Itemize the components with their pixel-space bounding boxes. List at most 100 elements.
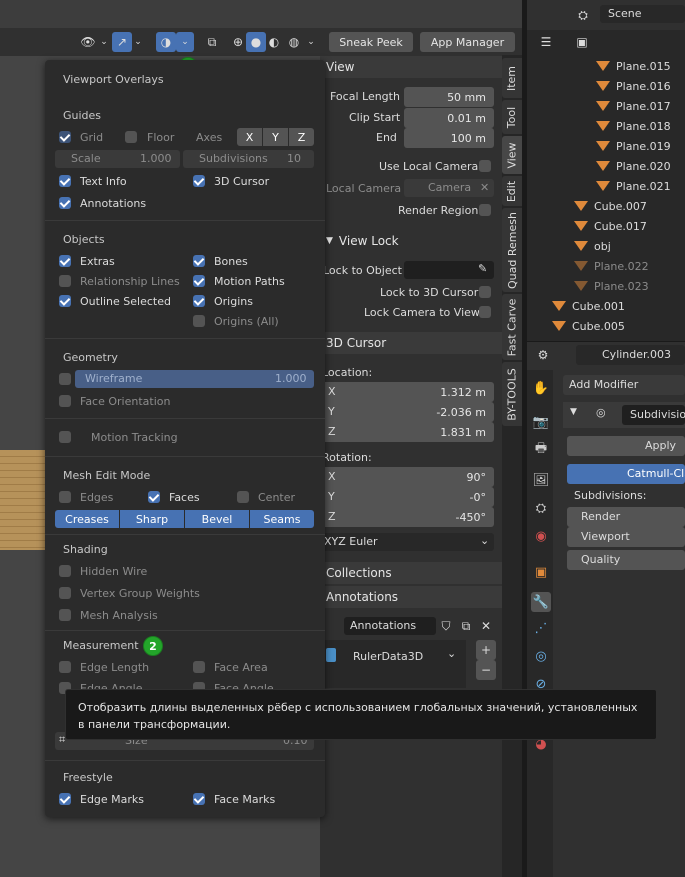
scene-select[interactable]: Scene	[600, 5, 685, 23]
sneak-peek-button[interactable]: Sneak Peek	[329, 32, 413, 52]
quality-field[interactable]: Quality	[567, 550, 685, 570]
tab-view[interactable]: View	[502, 136, 522, 174]
bevel-toggle[interactable]: Bevel	[185, 510, 249, 528]
cursor-y-field[interactable]: Y -2.036 m	[320, 402, 494, 422]
rot-y-field[interactable]: Y -0°	[320, 487, 494, 507]
visibility-icon[interactable]: 👁	[78, 32, 98, 52]
view-section-header[interactable]: View	[320, 56, 502, 78]
annotations-checkbox[interactable]	[59, 197, 71, 209]
collections-section-header[interactable]: Collections	[320, 562, 502, 584]
lock-camera-to-view-checkbox[interactable]	[479, 306, 491, 318]
focal-length-field[interactable]: 50 mm	[404, 87, 494, 107]
face-area-checkbox[interactable]	[193, 661, 205, 673]
outliner-row[interactable]: Plane.017	[527, 96, 685, 116]
extras-checkbox[interactable]	[59, 255, 71, 267]
render-levels-field[interactable]: Render	[567, 507, 685, 527]
outliner-row[interactable]: Plane.023	[527, 276, 685, 296]
add-modifier-button[interactable]: Add Modifier	[563, 375, 685, 395]
xray-icon[interactable]: ⧉	[202, 32, 222, 52]
outliner-row[interactable]: obj	[527, 236, 685, 256]
clip-end-field[interactable]: 100 m	[404, 128, 494, 148]
bones-checkbox[interactable]	[193, 255, 205, 267]
sharp-toggle[interactable]: Sharp	[120, 510, 184, 528]
hidden-wire-checkbox[interactable]	[59, 565, 71, 577]
outliner-row[interactable]: Plane.021	[527, 176, 685, 196]
vertex-group-weights-checkbox[interactable]	[59, 587, 71, 599]
edge-marks-checkbox[interactable]	[59, 793, 71, 805]
viewport-levels-field[interactable]: Viewport	[567, 527, 685, 547]
3d-cursor-checkbox[interactable]	[193, 175, 205, 187]
outliner-row[interactable]: Plane.020	[527, 156, 685, 176]
scene-icon[interactable]: ⛭	[531, 498, 551, 518]
filter-icon[interactable]: ▣	[572, 32, 592, 52]
origins-all-checkbox[interactable]	[193, 315, 205, 327]
tool-icon[interactable]: ✋	[531, 378, 551, 398]
outliner-row[interactable]: Plane.018	[527, 116, 685, 136]
creases-toggle[interactable]: Creases	[55, 510, 119, 528]
modifier-name-field[interactable]: Subdivision	[622, 405, 685, 425]
scale-field[interactable]: Scale 1.000	[55, 150, 180, 168]
tab-quad-remesh[interactable]: Quad Remesh	[502, 208, 522, 292]
tab-by-tools[interactable]: BY-TOOLS	[502, 362, 522, 426]
annotations-section-header[interactable]: Annotations	[320, 586, 502, 608]
render-icon[interactable]: 📷	[531, 412, 551, 432]
particles-icon[interactable]: ⋰	[531, 618, 551, 638]
render-region-checkbox[interactable]	[479, 204, 491, 216]
editor-type-icon[interactable]: ⚙	[533, 345, 553, 365]
edges-checkbox[interactable]	[59, 491, 71, 503]
lock-object-field[interactable]: ✎	[404, 261, 494, 279]
wireframe-shading-icon[interactable]: ⊕	[228, 32, 248, 52]
output-icon[interactable]: 🖶	[531, 440, 551, 460]
eyedropper-icon[interactable]: ✎	[478, 262, 487, 275]
outliner-row[interactable]: Cube.007	[527, 196, 685, 216]
clip-start-field[interactable]: 0.01 m	[404, 108, 494, 128]
close-icon[interactable]: ✕	[476, 616, 496, 636]
outliner-row[interactable]: Cube.001	[527, 296, 685, 316]
outliner-row[interactable]: Plane.022	[527, 256, 685, 276]
add-layer-icon[interactable]: +	[476, 640, 496, 660]
outliner-row[interactable]: Plane.016	[527, 76, 685, 96]
motion-paths-checkbox[interactable]	[193, 275, 205, 287]
outliner-row[interactable]: Cube.017	[527, 216, 685, 236]
annotation-layer-list[interactable]	[320, 640, 466, 688]
relationship-lines-checkbox[interactable]	[59, 275, 71, 287]
tab-item[interactable]: Item	[502, 58, 522, 98]
object-icon[interactable]: ▣	[531, 562, 551, 582]
outliner-row[interactable]: Cube.005	[527, 316, 685, 336]
view-lock-header[interactable]: ▼ View Lock	[320, 230, 502, 252]
center-checkbox[interactable]	[237, 491, 249, 503]
modifier-wrench-icon[interactable]: 🔧	[531, 592, 551, 612]
apply-button[interactable]: Apply	[567, 436, 685, 456]
chevron-down-icon[interactable]: ⌄	[98, 32, 110, 52]
outline-selected-checkbox[interactable]	[59, 295, 71, 307]
lock-to-3d-cursor-checkbox[interactable]	[479, 286, 491, 298]
display-mode-icon[interactable]: ☰	[536, 32, 556, 52]
axis-z-toggle[interactable]: Z	[289, 128, 314, 146]
origins-checkbox[interactable]	[193, 295, 205, 307]
remove-layer-icon[interactable]: −	[476, 660, 496, 680]
object-name-field[interactable]: Cylinder.003	[576, 345, 685, 365]
chevron-down-icon[interactable]: ▼	[570, 407, 577, 417]
subdivisions-field[interactable]: Subdivisions 10	[183, 150, 314, 168]
chevron-down-icon[interactable]: ⌄	[304, 32, 318, 52]
tab-edit[interactable]: Edit	[502, 176, 522, 206]
floor-checkbox[interactable]	[125, 131, 137, 143]
faces-checkbox[interactable]	[148, 491, 160, 503]
wireframe-checkbox[interactable]	[59, 373, 71, 385]
tab-tool[interactable]: Tool	[502, 100, 522, 134]
outliner-row[interactable]: Plane.015	[527, 56, 685, 76]
app-manager-button[interactable]: App Manager	[420, 32, 515, 52]
edge-length-checkbox[interactable]	[59, 661, 71, 673]
gizmo-icon[interactable]: ↗	[112, 32, 132, 52]
shield-icon[interactable]: ⛉	[436, 616, 456, 636]
chevron-down-icon[interactable]: ⌄	[447, 647, 456, 660]
physics-icon[interactable]: ◎	[531, 646, 551, 666]
catmull-clark-button[interactable]: Catmull-Clark	[567, 464, 685, 484]
face-marks-checkbox[interactable]	[193, 793, 205, 805]
cursor-x-field[interactable]: X 1.312 m	[320, 382, 494, 402]
grid-checkbox[interactable]	[59, 131, 71, 143]
face-orientation-checkbox[interactable]	[59, 395, 71, 407]
material-shading-icon[interactable]: ◐	[264, 32, 284, 52]
motion-tracking-checkbox[interactable]	[59, 431, 71, 443]
overlays-dropdown-icon[interactable]: ⌄	[176, 32, 194, 52]
